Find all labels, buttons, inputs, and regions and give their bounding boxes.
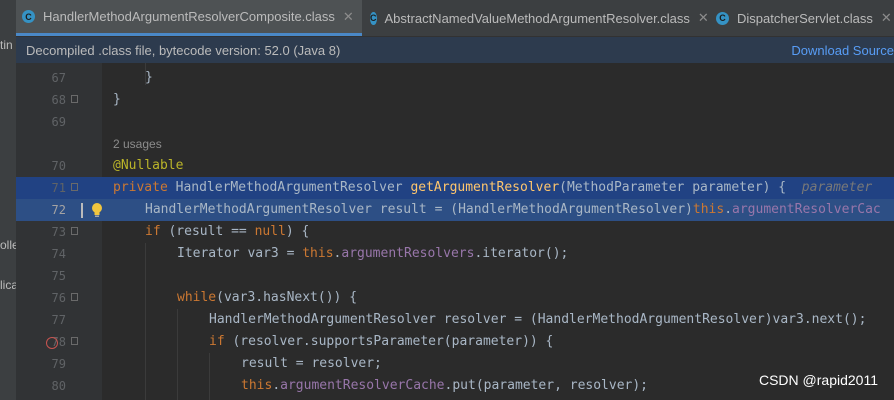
tab-label: HandlerMethodArgumentResolverComposite.c…	[43, 9, 335, 24]
code-line-71: private HandlerMethodArgumentResolver ge…	[113, 180, 873, 195]
close-icon[interactable]: ✕	[881, 10, 892, 26]
line-number: 72	[51, 203, 66, 217]
decompiled-notice-text: Decompiled .class file, bytecode version…	[26, 42, 341, 58]
tab-abstract-named-value-method-argument-resolver[interactable]: C AbstractNamedValueMethodArgumentResolv…	[364, 0, 709, 36]
code-line-76: while(var3.hasNext()) {	[177, 290, 358, 305]
line-number: 68	[51, 93, 66, 107]
indent-guide	[145, 243, 146, 400]
watermark-text: CSDN @rapid2011	[758, 372, 878, 388]
line-number: 74	[51, 247, 66, 261]
fold-marker-icon[interactable]	[71, 293, 78, 301]
line-number: 80	[51, 379, 66, 393]
code-line-67: }	[145, 70, 153, 85]
line-number: 79	[51, 357, 66, 371]
tab-label: AbstractNamedValueMethodArgumentResolver…	[384, 10, 690, 26]
class-file-icon: C	[370, 11, 377, 25]
code-line-80: this.argumentResolverCache.put(parameter…	[241, 378, 649, 393]
close-icon[interactable]: ✕	[343, 9, 354, 25]
decompiled-notice-banner: Decompiled .class file, bytecode version…	[16, 37, 894, 63]
line-number: 69	[51, 115, 66, 129]
line-number: 67	[51, 71, 66, 85]
line-number: 75	[51, 269, 66, 283]
panel-fragment-text: lica	[0, 278, 16, 292]
code-line-77: HandlerMethodArgumentResolver resolver =…	[209, 312, 867, 327]
fold-marker-icon[interactable]	[71, 337, 78, 345]
fold-marker-icon[interactable]	[71, 227, 78, 235]
line-number: 70	[51, 159, 66, 173]
indent-guide	[209, 353, 210, 400]
indent-guide	[177, 309, 178, 400]
fold-marker-icon[interactable]	[71, 95, 78, 103]
line-number: 73	[51, 225, 66, 239]
fold-marker-icon[interactable]	[71, 183, 78, 191]
line-number: 78	[51, 335, 66, 349]
panel-fragment-text: olle	[0, 238, 16, 252]
text-caret-marker	[81, 203, 83, 218]
usages-hint[interactable]: 2 usages	[113, 133, 162, 155]
tab-dispatcher-servlet[interactable]: C DispatcherServlet.class ✕	[710, 0, 894, 36]
line-number: 77	[51, 313, 66, 327]
download-source-link[interactable]: Download Source	[791, 43, 894, 58]
code-line-72: HandlerMethodArgumentResolver result = (…	[145, 202, 881, 217]
line-number: 71	[51, 181, 66, 195]
code-line-70: @Nullable	[113, 158, 184, 173]
close-icon[interactable]: ✕	[698, 10, 709, 26]
code-line-73: if (result == null) {	[145, 224, 310, 239]
panel-fragment-text: tin	[0, 38, 13, 52]
parameter-hint: parameter	[801, 180, 873, 195]
breakpoint-icon[interactable]	[46, 337, 58, 349]
editor-tab-bar: C HandlerMethodArgumentResolverComposite…	[16, 0, 894, 37]
code-editor[interactable]: 67 68 69 70 71 72 73 74 75 76 77 78 79 8…	[16, 63, 894, 400]
class-file-icon: C	[22, 10, 35, 23]
code-line-74: Iterator var3 = this.argumentResolvers.i…	[177, 246, 569, 261]
code-line-68: }	[113, 92, 121, 107]
code-line-79: result = resolver;	[241, 356, 382, 371]
tab-handler-method-argument-resolver-composite[interactable]: C HandlerMethodArgumentResolverComposite…	[16, 0, 362, 36]
tab-label: DispatcherServlet.class	[737, 10, 873, 26]
code-line-78: if (resolver.supportsParameter(parameter…	[209, 334, 554, 349]
line-number: 76	[51, 291, 66, 305]
project-panel-edge[interactable]: tin olle lica	[0, 0, 16, 400]
class-file-icon: C	[716, 11, 729, 25]
lightbulb-icon[interactable]	[89, 202, 105, 218]
